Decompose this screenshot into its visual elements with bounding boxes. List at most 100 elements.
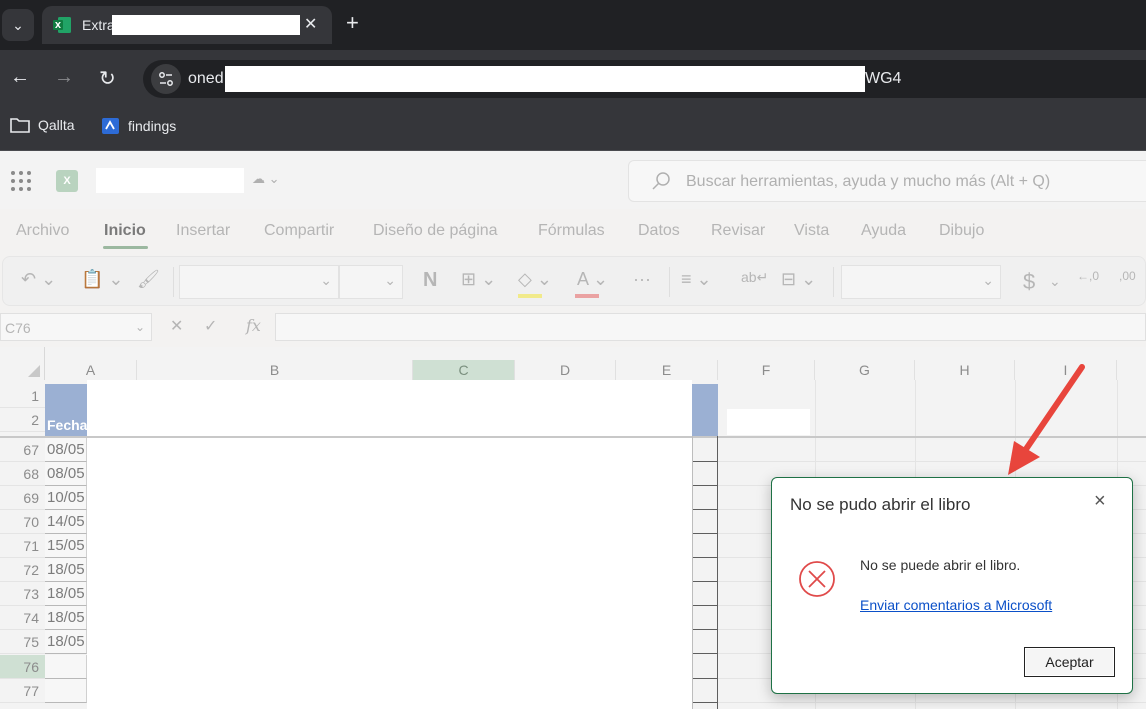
row-header[interactable]: 77 [0,679,45,703]
browser-toolbar: ← → ↻ oned WG4 [0,50,1146,106]
tab-ayuda[interactable]: Ayuda [861,222,906,240]
row-header[interactable]: 67 [0,438,45,462]
tab-diseno-de-pagina[interactable]: Diseño de página [373,222,498,240]
bookmark-label: Qallta [38,117,75,133]
cancel-icon[interactable]: ✕ [170,316,183,336]
accept-button[interactable]: Aceptar [1024,647,1115,677]
fx-icon[interactable]: fx [246,316,261,335]
folder-icon [10,118,30,133]
decrease-decimal-icon[interactable]: ←,0 [1077,269,1099,283]
bookmark-qallta[interactable]: Qallta [10,117,75,133]
tab-revisar[interactable]: Revisar [711,222,765,240]
column-header-a[interactable]: A [45,360,137,380]
currency-button[interactable]: $ [1023,269,1035,295]
address-bar[interactable]: oned WG4 [143,60,1146,98]
chevron-down-icon[interactable]: ⌄ [1049,273,1061,290]
name-box[interactable]: C76 ⌄ [0,313,152,341]
site-settings-icon[interactable] [151,64,181,94]
paste-icon[interactable]: 📋 ⌄ [81,269,124,290]
table-cell[interactable] [45,655,87,679]
table-cell[interactable] [45,679,87,703]
table-cell[interactable]: 18/05 [45,630,87,654]
table-cell[interactable]: 15/05 [45,534,87,558]
tab-compartir[interactable]: Compartir [264,222,334,240]
feedback-link[interactable]: Enviar comentarios a Microsoft [860,597,1052,613]
reload-icon[interactable]: ↻ [99,66,116,91]
select-all-corner[interactable] [0,347,45,380]
formula-input[interactable] [275,313,1146,341]
table-cell[interactable]: 18/05 [45,582,87,606]
column-header-f[interactable]: F [718,360,815,380]
column-header-e[interactable]: E [616,360,718,380]
tab-archivo[interactable]: Archivo [16,222,69,240]
row-header[interactable]: 72 [0,558,45,582]
more-options-icon[interactable]: ··· [633,269,651,290]
row-header[interactable]: 69 [0,486,45,510]
divider [669,267,670,297]
font-size-select[interactable]: ⌄ [339,265,403,299]
header-cell-fecha[interactable]: Fecha [45,414,87,436]
divider [833,267,834,297]
bookmarks-bar: Qallta findings [0,106,1146,151]
app-launcher-icon[interactable] [11,171,31,191]
tab-insertar[interactable]: Insertar [176,222,230,240]
new-tab-button[interactable]: + [346,10,359,36]
tab-vista[interactable]: Vista [794,222,829,240]
increase-decimal-icon[interactable]: ,00 [1119,269,1136,283]
search-placeholder: Buscar herramientas, ayuda y mucho más (… [686,173,1051,190]
forward-arrow-icon[interactable]: → [54,66,74,89]
undo-icon[interactable]: ↶ ⌄ [21,269,56,290]
fill-color-icon[interactable]: ◇ ⌄ [518,269,552,290]
close-icon[interactable]: × [1094,490,1106,513]
row-header[interactable]: 73 [0,582,45,606]
row-header[interactable]: 70 [0,510,45,534]
row-header[interactable]: 75 [0,630,45,654]
row-header[interactable]: 74 [0,606,45,630]
borders-icon[interactable]: ⊞ ⌄ [461,269,496,290]
row-header[interactable]: 71 [0,534,45,558]
row-header[interactable]: 68 [0,462,45,486]
bookmark-label: findings [128,118,177,134]
bold-button[interactable]: N [423,269,437,292]
chevron-down-icon: ⌄ [12,16,24,33]
tab-datos[interactable]: Datos [638,222,680,240]
wrap-text-icon[interactable]: ab↵ [741,269,768,286]
row-header[interactable]: 76 [0,655,45,679]
column-header-c[interactable]: C [413,360,515,380]
font-family-select[interactable]: ⌄ [179,265,339,299]
column-header-b[interactable]: B [137,360,413,380]
number-format-select[interactable]: ⌄ [841,265,1001,299]
browser-tab[interactable]: X Extra ✕ [42,6,332,44]
formula-bar: C76 ⌄ ✕ ✓ fx [0,310,1146,344]
table-cell[interactable]: 18/05 [45,558,87,582]
tab-search-button[interactable]: ⌄ [2,9,34,41]
close-tab-icon[interactable]: ✕ [304,14,317,34]
align-icon[interactable]: ≡ ⌄ [681,269,712,290]
tab-title: Extra [82,17,115,33]
search-box[interactable]: Buscar herramientas, ayuda y mucho más (… [628,160,1146,202]
confirm-icon[interactable]: ✓ [204,316,217,336]
bookmark-findings[interactable]: findings [101,117,176,135]
annotation-arrow-icon [1008,364,1085,475]
ribbon-tabs: Archivo Inicio Insertar Compartir Diseño… [0,217,1146,251]
merge-icon[interactable]: ⊟ ⌄ [781,269,816,290]
table-cell[interactable]: 18/05 [45,606,87,630]
table-cell[interactable]: 14/05 [45,510,87,534]
table-cell[interactable]: 08/05 [45,462,87,486]
tab-dibujo[interactable]: Dibujo [939,222,984,240]
back-arrow-icon[interactable]: ← [10,66,30,89]
column-header-d[interactable]: D [515,360,616,380]
row-header[interactable]: 1 [0,384,45,408]
row-header[interactable]: 2 [0,408,45,432]
column-header-g[interactable]: G [815,360,915,380]
redacted-area [87,380,692,709]
tab-inicio[interactable]: Inicio [104,222,146,240]
tab-formulas[interactable]: Fórmulas [538,222,605,240]
cloud-save-icon[interactable]: ☁ ⌄ [252,171,280,187]
table-cell[interactable]: 08/05 [45,438,87,462]
format-painter-icon[interactable]: 🖌 [137,269,160,290]
table-cell[interactable]: 10/05 [45,486,87,510]
document-name[interactable] [96,168,244,193]
font-color-icon[interactable]: A ⌄ [577,269,608,290]
search-icon [652,172,670,190]
